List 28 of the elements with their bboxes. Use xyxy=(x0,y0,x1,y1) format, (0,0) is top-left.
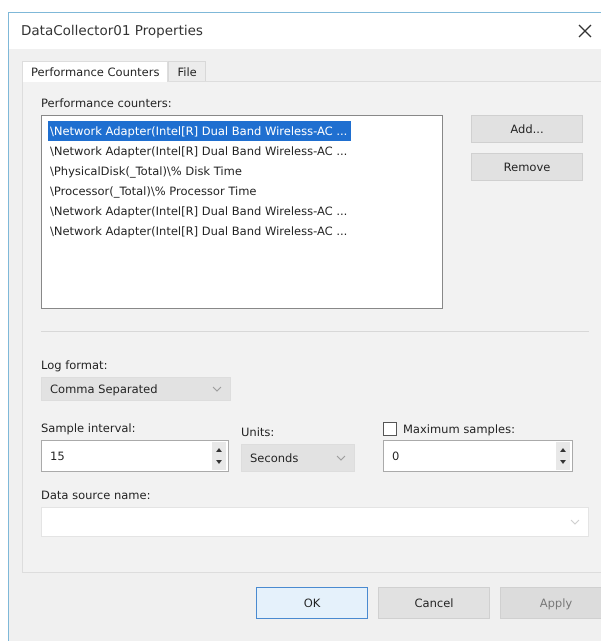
close-icon[interactable] xyxy=(578,24,592,38)
window-title: DataCollector01 Properties xyxy=(21,23,203,39)
dialog-button[interactable]: Cancel xyxy=(378,587,490,619)
counter-item[interactable]: \Network Adapter(Intel[R] Dual Band Wireless-AC ... xyxy=(48,221,436,241)
counter-item[interactable]: \Network Adapter(Intel[R] Dual Band Wireless-AC ... xyxy=(48,141,436,161)
log-format-label: Log format: xyxy=(41,358,108,372)
units-dropdown[interactable]: Seconds xyxy=(241,444,355,472)
tab[interactable]: Performance Counters xyxy=(22,61,168,82)
counter-item[interactable]: \PhysicalDisk(_Total)\% Disk Time xyxy=(48,161,436,181)
spinner-arrows-icon[interactable] xyxy=(212,442,226,470)
counter-item[interactable]: \Processor(_Total)\% Processor Time xyxy=(48,181,436,201)
maximum-samples-label: Maximum samples: xyxy=(403,422,515,436)
sample-interval-label: Sample interval: xyxy=(41,421,136,435)
remove-button[interactable]: Remove xyxy=(471,153,583,181)
spinner-arrows-icon[interactable] xyxy=(556,442,570,470)
log-format-dropdown[interactable]: Comma Separated xyxy=(41,377,231,401)
counter-item[interactable]: \Network Adapter(Intel[R] Dual Band Wireless-AC ... xyxy=(48,121,352,141)
dialog-button[interactable]: OK xyxy=(256,587,368,619)
data-source-name-label: Data source name: xyxy=(41,488,152,502)
units-label: Units: xyxy=(241,425,276,439)
sample-interval-field[interactable]: 15 xyxy=(41,440,229,472)
tab[interactable]: File xyxy=(168,61,206,81)
counters-label: Performance counters: xyxy=(41,96,173,110)
counters-list[interactable] xyxy=(41,115,443,309)
counter-item[interactable]: \Network Adapter(Intel[R] Dual Band Wireless-AC ... xyxy=(48,201,436,221)
checkbox[interactable] xyxy=(383,422,397,436)
maximum-samples-field[interactable]: 0 xyxy=(383,440,573,472)
add-button[interactable]: Add... xyxy=(471,115,583,143)
